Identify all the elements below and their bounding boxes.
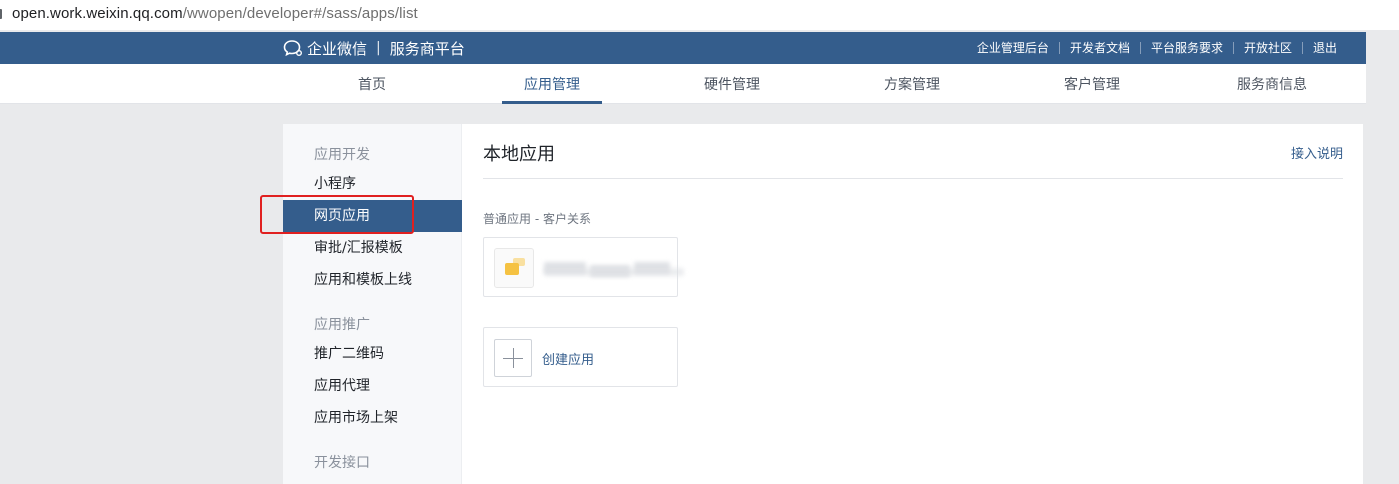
create-app-label: 创建应用: [542, 353, 595, 368]
link-logout[interactable]: 退出: [1301, 42, 1347, 54]
brand-separator: |: [376, 40, 381, 56]
link-platform-requirements[interactable]: 平台服务要求: [1139, 42, 1233, 54]
browser-address-bar[interactable]: open.work.weixin.qq.com/wwopen/developer…: [0, 0, 1399, 30]
tab-solution-management[interactable]: 方案管理: [862, 64, 962, 104]
plus-icon: [494, 339, 532, 377]
title-divider: [483, 178, 1343, 179]
sidebar-group-dev-api: 开发接口: [314, 455, 370, 471]
sidebar-item-marketplace-listing[interactable]: 应用市场上架: [283, 402, 462, 434]
app-card[interactable]: [483, 237, 684, 297]
platform-name: 服务商平台: [389, 39, 465, 58]
tab-customer-management[interactable]: 客户管理: [1042, 64, 1142, 104]
wecom-logo-icon: [283, 40, 302, 57]
link-open-community[interactable]: 开放社区: [1232, 42, 1302, 54]
url-host: open.work.weixin.qq.com: [12, 5, 183, 22]
brand[interactable]: 企业微信 | 服务商平台: [283, 32, 465, 64]
page-title: 本地应用: [483, 144, 555, 165]
url-text[interactable]: open.work.weixin.qq.com/wwopen/developer…: [12, 5, 418, 22]
sidebar-group-app-promotion: 应用推广: [314, 317, 370, 333]
site-info-icon[interactable]: [0, 9, 2, 19]
sidebar-item-approval-template[interactable]: 审批/汇报模板: [283, 232, 462, 264]
annotation-highlight-box: [260, 195, 414, 234]
tab-app-management[interactable]: 应用管理: [502, 64, 602, 104]
tab-home[interactable]: 首页: [322, 64, 422, 104]
sidebar-group-app-dev: 应用开发: [314, 147, 370, 163]
url-path: /wwopen/developer#/sass/apps/list: [182, 5, 418, 22]
brand-name: 企业微信: [307, 39, 368, 58]
main-panel: 应用开发 小程序 网页应用 审批/汇报模板 应用和模板上线 应用推广 推广二维码…: [283, 124, 1363, 484]
create-app-card[interactable]: 创建应用: [483, 327, 678, 387]
top-header: 企业微信 | 服务商平台 企业管理后台 开发者文档 平台服务要求 开放社区 退出: [0, 32, 1366, 64]
sidebar-item-app-agent[interactable]: 应用代理: [283, 370, 462, 402]
sidebar-item-app-launch[interactable]: 应用和模板上线: [283, 264, 462, 296]
top-links: 企业管理后台 开发者文档 平台服务要求 开放社区 退出: [967, 32, 1347, 64]
section-label: 普通应用 - 客户关系: [483, 212, 591, 226]
link-admin-console[interactable]: 企业管理后台: [967, 42, 1059, 54]
main-navigation: 首页 应用管理 硬件管理 方案管理 客户管理 服务商信息: [0, 64, 1366, 104]
app-icon: [494, 248, 534, 288]
tab-hardware-management[interactable]: 硬件管理: [682, 64, 782, 104]
tab-provider-info[interactable]: 服务商信息: [1222, 64, 1322, 104]
app-name-redacted: [544, 258, 689, 278]
link-developer-docs[interactable]: 开发者文档: [1058, 42, 1140, 54]
sidebar: 应用开发 小程序 网页应用 审批/汇报模板 应用和模板上线 应用推广 推广二维码…: [283, 124, 462, 484]
sidebar-item-promo-qrcode[interactable]: 推广二维码: [283, 338, 462, 370]
access-guide-link[interactable]: 接入说明: [1291, 143, 1343, 162]
